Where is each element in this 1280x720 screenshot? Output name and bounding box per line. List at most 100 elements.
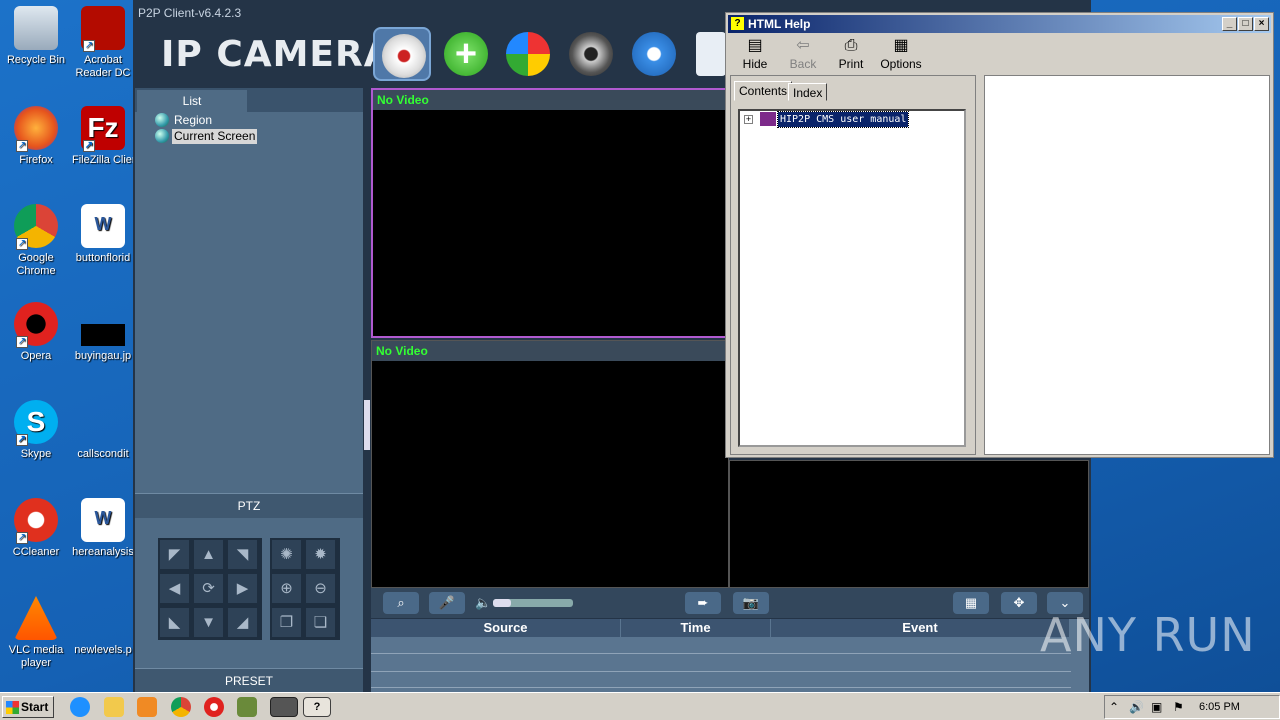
desktop-icon-newlevels[interactable]: newlevels.p xyxy=(72,596,134,657)
ptz-up-right-button[interactable]: ◥ xyxy=(227,539,258,570)
volume-slider-thumb[interactable] xyxy=(493,599,511,607)
volume-slider[interactable] xyxy=(493,599,573,607)
tab-index[interactable]: Index xyxy=(788,83,828,101)
tab-contents[interactable]: Contents xyxy=(734,81,793,101)
screen-status: No Video xyxy=(373,90,727,110)
snapshot-icon[interactable]: 📷 xyxy=(733,592,769,614)
html-help-taskbar-icon[interactable]: ? xyxy=(303,697,331,717)
opera-taskbar-icon[interactable] xyxy=(204,697,224,717)
add-device-button[interactable]: + xyxy=(437,27,495,81)
speaker-muted-icon[interactable]: 🔈 xyxy=(475,595,493,611)
grid-layout-icon[interactable]: ▦ xyxy=(953,592,989,614)
zoom-out-icon[interactable]: ⊖ xyxy=(305,573,336,604)
desktop-icon-firefox[interactable]: ↗ Firefox xyxy=(0,106,76,167)
network-icon[interactable]: ▣ xyxy=(1151,700,1162,714)
screen-status: No Video xyxy=(372,341,728,361)
panel-collapse-handle[interactable] xyxy=(364,400,370,450)
ptz-right-button[interactable]: ▶ xyxy=(227,573,258,604)
winrar-icon[interactable] xyxy=(237,697,257,717)
fullscreen-icon[interactable]: ✥ xyxy=(1001,592,1037,614)
iris-close-icon[interactable]: ❏ xyxy=(305,607,336,638)
desktop-icon-skype[interactable]: S ↗ Skype xyxy=(0,400,76,461)
focus-far-icon[interactable]: ✹ xyxy=(305,539,336,570)
desktop-icon-ccleaner[interactable]: ↗ CCleaner xyxy=(0,498,76,559)
log-button[interactable] xyxy=(689,27,726,81)
desktop-icon-opera[interactable]: ↗ Opera xyxy=(0,302,76,363)
window-title: P2P Client-v6.4.2.3 xyxy=(138,6,242,20)
zoom-in-icon[interactable]: ⊕ xyxy=(271,573,302,604)
settings-button[interactable] xyxy=(625,27,683,81)
recycle-bin-icon xyxy=(14,6,58,50)
explorer-icon[interactable] xyxy=(104,697,124,717)
video-screen-1[interactable]: No Video xyxy=(371,88,729,338)
desktop-icon-chrome[interactable]: ↗ Google Chrome xyxy=(0,204,76,278)
video-screen-2[interactable]: No Video xyxy=(371,340,729,588)
word-document-icon: W xyxy=(81,498,125,542)
playback-button[interactable] xyxy=(499,27,557,81)
event-col-time[interactable]: Time xyxy=(621,619,770,637)
ptz-control-button[interactable] xyxy=(562,27,620,81)
ptz-down-right-button[interactable]: ◢ xyxy=(227,607,258,638)
clock[interactable]: 6:05 PM xyxy=(1199,701,1240,713)
p2p-client-taskbar-icon[interactable] xyxy=(270,697,298,717)
tree-item-current-screen[interactable]: Current Screen xyxy=(172,129,258,144)
desktop-icon-acrobat[interactable]: ↗ Acrobat Reader DC xyxy=(72,6,134,80)
desktop-icon-recycle-bin[interactable]: Recycle Bin xyxy=(0,6,76,67)
help-content-pane xyxy=(984,75,1270,455)
desktop-icon-buyingau[interactable]: buyingau.jp xyxy=(72,302,134,363)
tree-item-manual[interactable]: HIP2P CMS user manual xyxy=(776,111,910,128)
show-hidden-icons-icon[interactable]: ⌃ xyxy=(1109,700,1119,714)
volume-icon[interactable]: 🔊 xyxy=(1129,700,1144,714)
tree-item-region[interactable]: Region xyxy=(172,113,214,128)
back-button[interactable]: ⇦ Back xyxy=(778,37,828,75)
preview-button[interactable] xyxy=(373,27,431,81)
back-arrow-icon: ⇦ xyxy=(796,37,810,54)
zoom-icon[interactable]: ⌕ xyxy=(383,592,419,614)
iris-open-icon[interactable]: ❐ xyxy=(271,607,302,638)
video-screen-4[interactable] xyxy=(729,460,1089,588)
expand-icon[interactable]: + xyxy=(744,115,753,124)
ptz-left-button[interactable]: ◀ xyxy=(159,573,190,604)
desktop-icon-filezilla[interactable]: Fz↗ FileZilla Client xyxy=(72,106,134,167)
print-button[interactable]: ⎙ Print xyxy=(826,37,876,75)
windows-logo-icon xyxy=(6,701,19,714)
event-col-source[interactable]: Source xyxy=(391,619,620,637)
html-help-window: ? HTML Help _ □ × ▤ Hide ⇦ Back ⎙ Print … xyxy=(725,12,1274,458)
media-player-icon[interactable] xyxy=(137,697,157,717)
ptz-down-button[interactable]: ▼ xyxy=(193,607,224,638)
ptz-up-left-button[interactable]: ◤ xyxy=(159,539,190,570)
table-row xyxy=(371,653,1071,654)
action-center-flag-icon[interactable]: ⚑ xyxy=(1173,700,1184,714)
ptz-auto-button[interactable]: ⟳ xyxy=(193,573,224,604)
desktop-icon-hereanalysis[interactable]: W hereanalysis xyxy=(72,498,134,559)
help-icon: ? xyxy=(731,17,744,30)
document-icon xyxy=(696,32,726,76)
maximize-button[interactable]: □ xyxy=(1238,17,1253,31)
video-control-bar: ⌕ 🎤 🔈 ➨ 📷 ▦ ✥ ⌄ xyxy=(371,588,1089,618)
close-button[interactable]: × xyxy=(1254,17,1269,31)
chrome-taskbar-icon[interactable] xyxy=(171,697,191,717)
firefox-icon: ↗ xyxy=(14,106,58,152)
record-icon[interactable]: ➨ xyxy=(685,592,721,614)
desktop-icon-callscondit[interactable]: callscondit xyxy=(72,400,134,461)
ptz-lens-pad: ✺ ✹ ⊕ ⊖ ❐ ❏ xyxy=(270,538,340,640)
start-button[interactable]: Start xyxy=(2,696,54,718)
hide-button[interactable]: ▤ Hide xyxy=(730,37,780,75)
help-window-title: HTML Help xyxy=(748,17,811,31)
help-title-bar: ? HTML Help _ □ × xyxy=(728,15,1271,33)
app-logo: IP CAMERA xyxy=(161,34,393,75)
options-button[interactable]: ▦ Options xyxy=(876,37,926,75)
tab-list[interactable]: List xyxy=(137,90,247,112)
microphone-icon[interactable]: 🎤 xyxy=(429,592,465,614)
ie-icon[interactable] xyxy=(70,697,90,717)
ptz-down-left-button[interactable]: ◣ xyxy=(159,607,190,638)
desktop-icon-vlc[interactable]: VLC media player xyxy=(0,596,76,670)
preset-section-header[interactable]: PRESET xyxy=(135,668,363,692)
focus-near-icon[interactable]: ✺ xyxy=(271,539,302,570)
ptz-up-button[interactable]: ▲ xyxy=(193,539,224,570)
event-col-event[interactable]: Event xyxy=(771,619,1069,637)
desktop-icon-buttonflorid[interactable]: W buttonflorid xyxy=(72,204,134,265)
minimize-button[interactable]: _ xyxy=(1222,17,1237,31)
globe-icon xyxy=(155,113,169,127)
ptz-section-header[interactable]: PTZ xyxy=(135,493,363,518)
